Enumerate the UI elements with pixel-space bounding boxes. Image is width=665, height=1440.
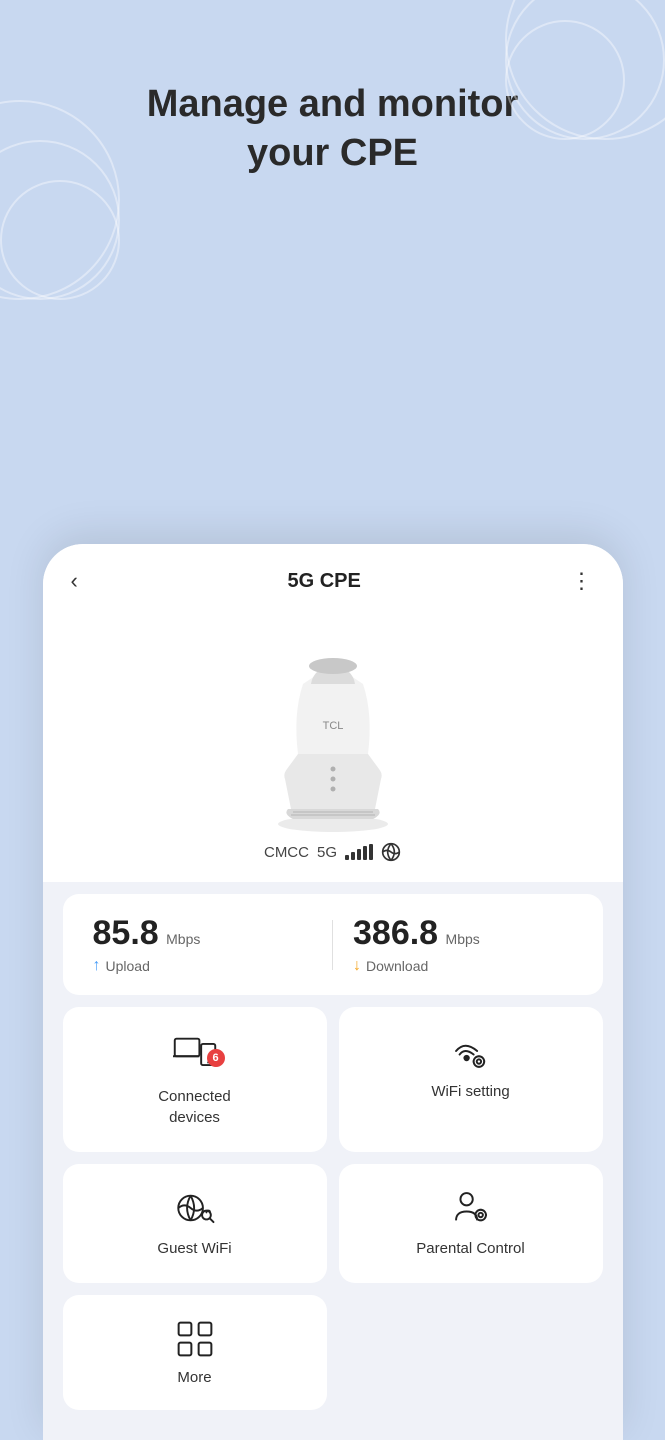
feature-grid: 6 Connecteddevices WiFi setting: [63, 1007, 603, 1283]
upload-label: ↑ Upload: [93, 957, 313, 975]
globe-icon: [381, 842, 401, 862]
device-area: TCL CMCC 5G: [43, 604, 623, 882]
upload-speed: 85.8 Mbps ↑ Upload: [93, 914, 313, 975]
network-type: 5G: [317, 844, 337, 861]
parental-control-card[interactable]: Parental Control: [339, 1164, 603, 1283]
download-value: 386.8: [353, 914, 438, 952]
more-row: More: [63, 1295, 603, 1410]
page-title: 5G CPE: [287, 570, 360, 593]
parental-control-label: Parental Control: [416, 1238, 524, 1259]
connected-devices-badge: 6: [207, 1049, 225, 1067]
guest-wifi-label: Guest WiFi: [157, 1238, 231, 1259]
bg-decoration-6: [0, 180, 120, 300]
upload-unit: Mbps: [166, 931, 200, 947]
download-speed: 386.8 Mbps ↓ Download: [353, 914, 573, 975]
download-label: ↓ Download: [353, 957, 573, 975]
carrier-label: CMCC: [264, 844, 309, 861]
parental-control-icon: [449, 1188, 493, 1228]
wifi-settings-icon: [449, 1031, 493, 1071]
guest-wifi-icon: [173, 1188, 217, 1228]
connected-devices-label: Connecteddevices: [158, 1086, 231, 1128]
more-card[interactable]: More: [63, 1295, 327, 1410]
bg-decoration-3: [505, 20, 625, 140]
wifi-setting-card[interactable]: WiFi setting: [339, 1007, 603, 1152]
speed-divider: [332, 920, 333, 970]
more-options-button[interactable]: ⋮: [571, 568, 595, 594]
connected-devices-card[interactable]: 6 Connecteddevices: [63, 1007, 327, 1152]
speed-card: 85.8 Mbps ↑ Upload 386.8 Mbps ↓ Download: [63, 894, 603, 995]
download-arrow-icon: ↓: [353, 957, 361, 975]
wifi-setting-label: WiFi setting: [431, 1081, 509, 1102]
download-unit: Mbps: [446, 931, 480, 947]
upload-value: 85.8: [93, 914, 159, 952]
phone-frame: ‹ 5G CPE ⋮ TCL: [43, 544, 623, 1440]
connected-devices-icon-wrap: 6: [173, 1031, 217, 1076]
signal-bars-icon: [345, 844, 373, 860]
guest-wifi-card[interactable]: Guest WiFi: [63, 1164, 327, 1283]
more-icon: [175, 1319, 215, 1359]
back-button[interactable]: ‹: [71, 568, 78, 594]
upload-arrow-icon: ↑: [93, 957, 101, 975]
svg-text:TCL: TCL: [322, 720, 343, 732]
signal-info: CMCC 5G: [264, 842, 401, 862]
router-image: TCL: [243, 614, 423, 834]
more-label: More: [177, 1369, 211, 1386]
phone-header: ‹ 5G CPE ⋮: [43, 544, 623, 604]
empty-cell: [339, 1295, 603, 1410]
